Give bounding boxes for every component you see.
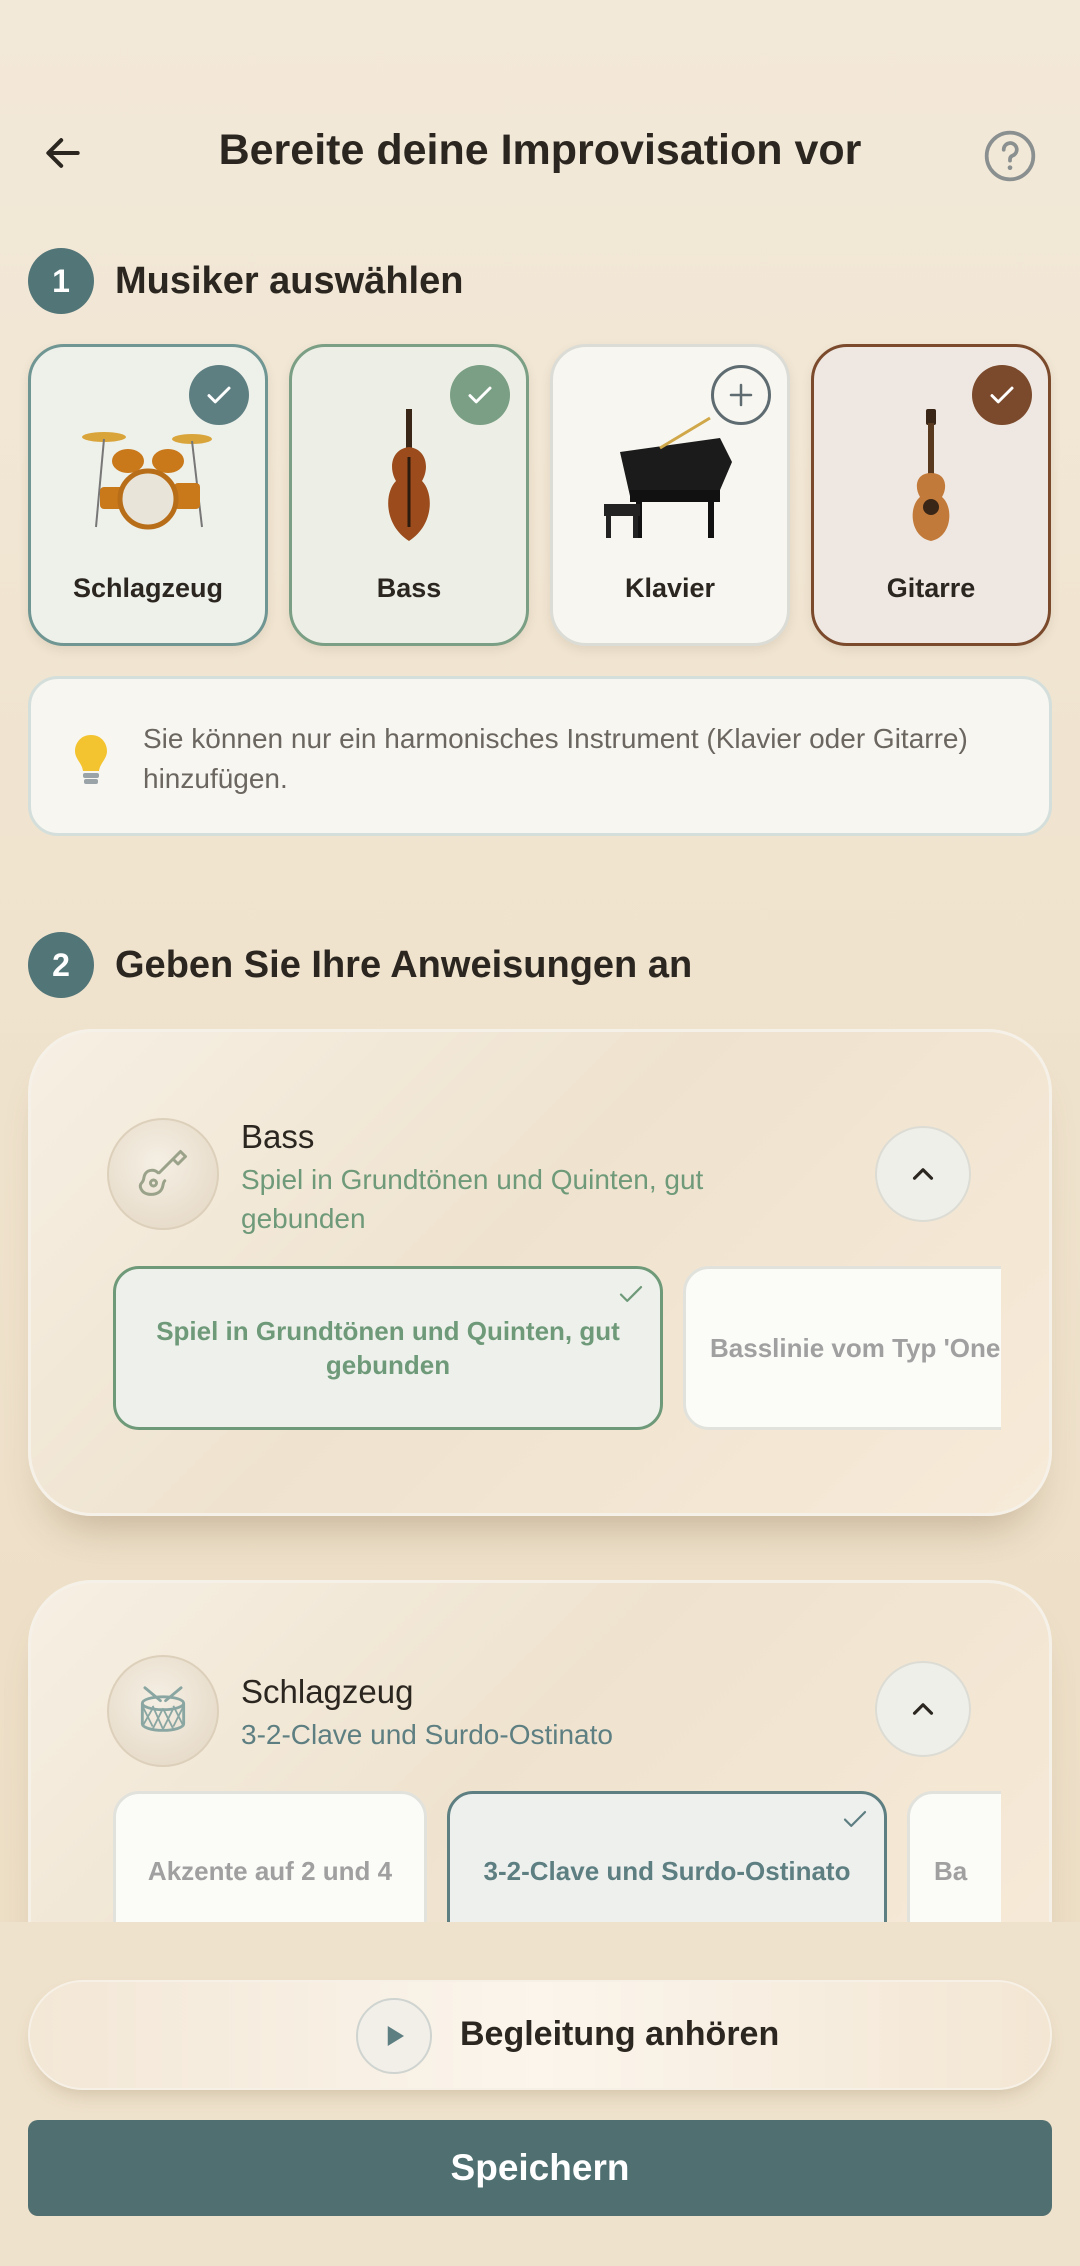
panel-subtitle: Spiel in Grundtönen und Quinten, gut geb… (241, 1164, 704, 1234)
drum-icon (107, 1655, 219, 1767)
guitar-icon (107, 1118, 219, 1230)
musician-card-klavier[interactable]: Klavier (550, 344, 790, 646)
help-circle-icon (984, 130, 1036, 182)
option-card[interactable]: Spiel in Grundtönen und Quinten, gut geb… (113, 1266, 663, 1430)
musician-card-bass[interactable]: Bass (289, 344, 529, 646)
listen-label: Begleitung anhören (460, 2015, 780, 2053)
lightbulb-icon (71, 731, 111, 787)
play-icon (356, 1998, 432, 2074)
option-card[interactable]: Basslinie vom Typ 'One (683, 1266, 1001, 1430)
info-box: Sie können nur ein harmonisches Instrume… (28, 676, 1052, 836)
panel-title: Schlagzeug (241, 1673, 414, 1710)
help-button[interactable] (982, 128, 1038, 184)
drum-kit-icon (31, 407, 265, 547)
musician-label: Klavier (624, 573, 716, 603)
page-title: Bereite deine Improvisation vor (218, 126, 862, 174)
chevron-up-icon (912, 1703, 934, 1715)
info-text: Sie können nur ein harmonisches Instrume… (143, 723, 968, 794)
musician-label: Gitarre (886, 573, 976, 603)
step-1-badge: 1 (28, 248, 94, 314)
chevron-up-icon (912, 1168, 934, 1180)
section-title-instructions: Geben Sie Ihre Anweisungen an (115, 944, 693, 986)
musician-label: Schlagzeug (72, 573, 224, 603)
double-bass-icon (292, 407, 526, 547)
check-icon (843, 1811, 867, 1827)
musician-label: Bass (376, 573, 442, 603)
listen-accompaniment-button[interactable]: Begleitung anhören (28, 1980, 1052, 2090)
step-2-badge: 2 (28, 932, 94, 998)
check-icon (619, 1286, 643, 1302)
options-carousel[interactable]: Spiel in Grundtönen und Quinten, gut geb… (113, 1264, 1001, 1434)
instruction-panel-bass: Bass Spiel in Grundtönen und Quinten, gu… (28, 1029, 1052, 1516)
collapse-button[interactable] (875, 1126, 971, 1222)
musician-card-gitarre[interactable]: Gitarre (811, 344, 1051, 646)
section-title-musicians: Musiker auswählen (115, 260, 464, 302)
musician-card-schlagzeug[interactable]: Schlagzeug (28, 344, 268, 646)
panel-subtitle: 3-2-Clave und Surdo-Ostinato (241, 1719, 613, 1750)
grand-piano-icon (553, 407, 787, 547)
collapse-button[interactable] (875, 1661, 971, 1757)
acoustic-guitar-icon (814, 407, 1048, 547)
panel-title: Bass (241, 1118, 315, 1155)
save-button[interactable]: Speichern (28, 2120, 1052, 2216)
